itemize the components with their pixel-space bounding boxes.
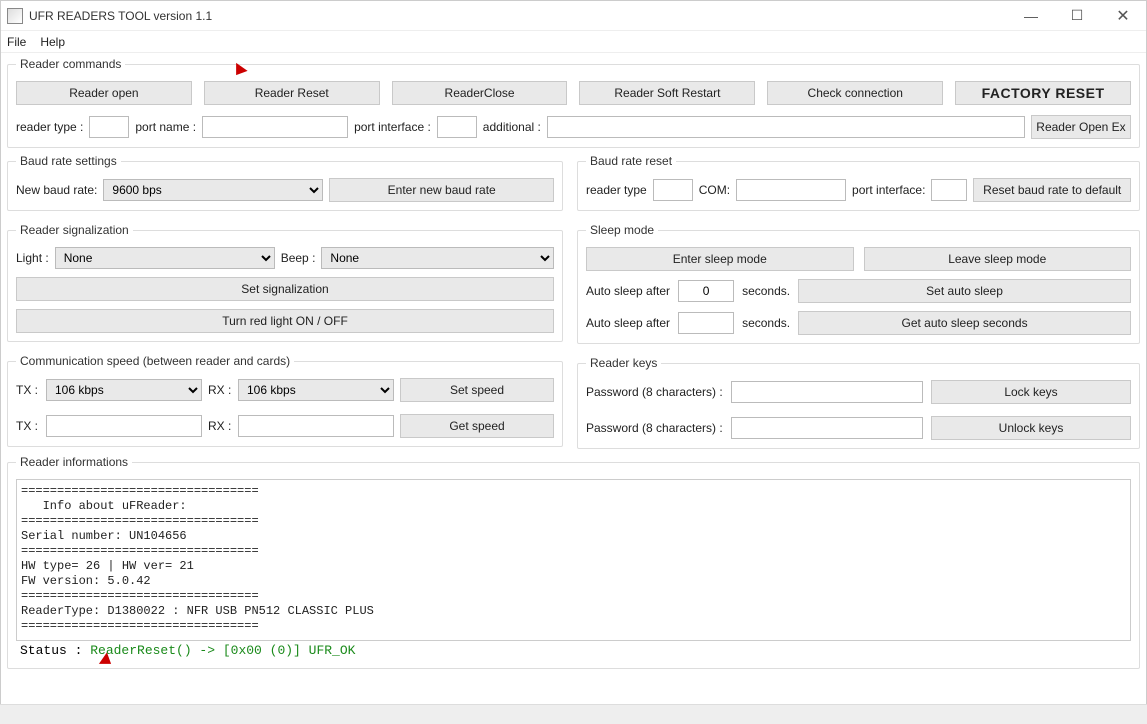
reader-open-button[interactable]: Reader open bbox=[16, 81, 192, 105]
reader-info-textarea[interactable]: ================================= Info a… bbox=[16, 479, 1131, 641]
status-value: ReaderReset() -> [0x00 (0)] UFR_OK bbox=[90, 643, 355, 658]
new-baud-label: New baud rate: bbox=[16, 183, 97, 197]
minimize-button[interactable]: — bbox=[1008, 1, 1054, 30]
reader-commands-legend: Reader commands bbox=[16, 57, 125, 71]
reader-info-group: Reader informations ====================… bbox=[7, 455, 1140, 669]
enter-baud-button[interactable]: Enter new baud rate bbox=[329, 178, 554, 202]
baud-reset-reader-type-input[interactable] bbox=[653, 179, 693, 201]
tx-label-2: TX : bbox=[16, 419, 40, 433]
status-bar bbox=[0, 704, 1147, 724]
enter-sleep-button[interactable]: Enter sleep mode bbox=[586, 247, 854, 271]
baud-rate-select[interactable]: 9600 bps bbox=[103, 179, 323, 201]
red-light-toggle-button[interactable]: Turn red light ON / OFF bbox=[16, 309, 554, 333]
leave-sleep-button[interactable]: Leave sleep mode bbox=[864, 247, 1132, 271]
status-label: Status : bbox=[20, 643, 90, 658]
get-speed-button[interactable]: Get speed bbox=[400, 414, 554, 438]
auto-sleep-label-1: Auto sleep after bbox=[586, 284, 670, 298]
pointer-arrow-icon bbox=[230, 63, 247, 79]
baud-settings-legend: Baud rate settings bbox=[16, 154, 121, 168]
auto-sleep-label-2: Auto sleep after bbox=[586, 316, 670, 330]
set-auto-sleep-button[interactable]: Set auto sleep bbox=[798, 279, 1131, 303]
sleep-mode-group: Sleep mode Enter sleep mode Leave sleep … bbox=[577, 223, 1140, 344]
light-select[interactable]: None bbox=[55, 247, 275, 269]
reader-type-label: reader type : bbox=[16, 120, 83, 134]
port-interface-label: port interface : bbox=[354, 120, 431, 134]
signalization-legend: Reader signalization bbox=[16, 223, 133, 237]
comm-speed-group: Communication speed (between reader and … bbox=[7, 354, 563, 447]
window-title: UFR READERS TOOL version 1.1 bbox=[29, 9, 1008, 23]
set-speed-button[interactable]: Set speed bbox=[400, 378, 554, 402]
baud-reset-port-interface-label: port interface: bbox=[852, 183, 925, 197]
seconds-label-1: seconds. bbox=[742, 284, 790, 298]
baud-reset-com-input[interactable] bbox=[736, 179, 846, 201]
seconds-label-2: seconds. bbox=[742, 316, 790, 330]
get-auto-sleep-button[interactable]: Get auto sleep seconds bbox=[798, 311, 1131, 335]
maximize-button[interactable]: ☐ bbox=[1054, 1, 1100, 30]
baud-settings-group: Baud rate settings New baud rate: 9600 b… bbox=[7, 154, 563, 211]
factory-reset-button[interactable]: FACTORY RESET bbox=[955, 81, 1131, 105]
reset-baud-default-button[interactable]: Reset baud rate to default bbox=[973, 178, 1131, 202]
password-label-2: Password (8 characters) : bbox=[586, 421, 723, 435]
rx-label-2: RX : bbox=[208, 419, 232, 433]
additional-input[interactable] bbox=[547, 116, 1025, 138]
auto-sleep-set-input[interactable] bbox=[678, 280, 734, 302]
titlebar: UFR READERS TOOL version 1.1 — ☐ ✕ bbox=[1, 1, 1146, 31]
port-name-label: port name : bbox=[135, 120, 196, 134]
baud-reset-port-interface-input[interactable] bbox=[931, 179, 967, 201]
reader-reset-button[interactable]: Reader Reset bbox=[204, 81, 380, 105]
close-button[interactable]: ✕ bbox=[1100, 1, 1146, 30]
unlock-keys-button[interactable]: Unlock keys bbox=[931, 416, 1131, 440]
rx-label-1: RX : bbox=[208, 383, 232, 397]
baud-reset-legend: Baud rate reset bbox=[586, 154, 676, 168]
menubar: File Help bbox=[1, 31, 1146, 53]
reader-keys-group: Reader keys Password (8 characters) : Lo… bbox=[577, 356, 1140, 449]
password-label-1: Password (8 characters) : bbox=[586, 385, 723, 399]
tx-select[interactable]: 106 kbps bbox=[46, 379, 202, 401]
reader-soft-restart-button[interactable]: Reader Soft Restart bbox=[579, 81, 755, 105]
reader-info-legend: Reader informations bbox=[16, 455, 132, 469]
password-lock-input[interactable] bbox=[731, 381, 923, 403]
rx-readout[interactable] bbox=[238, 415, 394, 437]
lock-keys-button[interactable]: Lock keys bbox=[931, 380, 1131, 404]
tx-readout[interactable] bbox=[46, 415, 202, 437]
baud-reset-com-label: COM: bbox=[699, 183, 730, 197]
password-unlock-input[interactable] bbox=[731, 417, 923, 439]
comm-speed-legend: Communication speed (between reader and … bbox=[16, 354, 294, 368]
sleep-mode-legend: Sleep mode bbox=[586, 223, 658, 237]
signalization-group: Reader signalization Light : None Beep :… bbox=[7, 223, 563, 342]
app-icon bbox=[7, 8, 23, 24]
rx-select[interactable]: 106 kbps bbox=[238, 379, 394, 401]
auto-sleep-get-input[interactable] bbox=[678, 312, 734, 334]
tx-label-1: TX : bbox=[16, 383, 40, 397]
baud-reset-reader-type-label: reader type bbox=[586, 183, 647, 197]
reader-commands-group: Reader commands Reader open Reader Reset… bbox=[7, 57, 1140, 148]
status-line: Status : ReaderReset() -> [0x00 (0)] UFR… bbox=[16, 641, 1131, 660]
reader-open-ex-button[interactable]: Reader Open Ex bbox=[1031, 115, 1131, 139]
light-label: Light : bbox=[16, 251, 49, 265]
beep-label: Beep : bbox=[281, 251, 316, 265]
port-interface-input[interactable] bbox=[437, 116, 477, 138]
set-signalization-button[interactable]: Set signalization bbox=[16, 277, 554, 301]
reader-close-button[interactable]: ReaderClose bbox=[392, 81, 568, 105]
beep-select[interactable]: None bbox=[321, 247, 554, 269]
reader-type-input[interactable] bbox=[89, 116, 129, 138]
menu-help[interactable]: Help bbox=[40, 35, 65, 49]
baud-reset-group: Baud rate reset reader type COM: port in… bbox=[577, 154, 1140, 211]
reader-keys-legend: Reader keys bbox=[586, 356, 661, 370]
additional-label: additional : bbox=[483, 120, 541, 134]
menu-file[interactable]: File bbox=[7, 35, 26, 49]
port-name-input[interactable] bbox=[202, 116, 348, 138]
check-connection-button[interactable]: Check connection bbox=[767, 81, 943, 105]
